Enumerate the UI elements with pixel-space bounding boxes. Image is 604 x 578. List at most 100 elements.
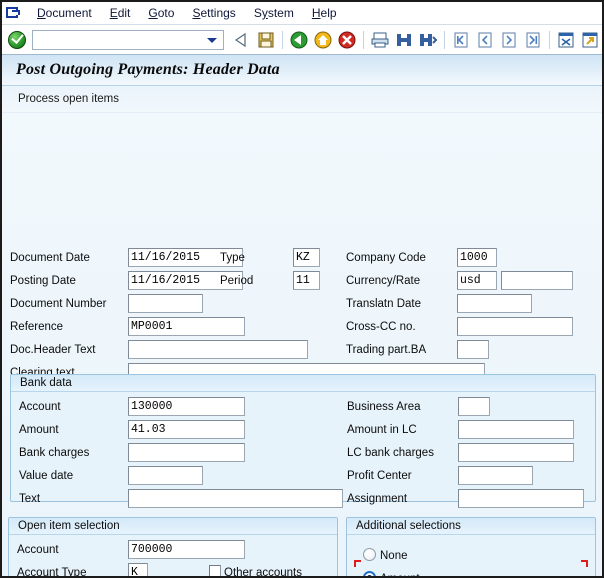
type-field[interactable]: KZ [293, 248, 320, 267]
menu-item-system[interactable]: System [245, 4, 303, 22]
menu-item-settings[interactable]: Settings [183, 4, 244, 22]
page-title: Post Outgoing Payments: Header Data [16, 61, 280, 78]
amount-in-lc-field[interactable] [458, 420, 574, 439]
label-oi-account: Account [17, 544, 59, 556]
application-toolbar: Process open items [2, 86, 602, 113]
profit-center-field[interactable] [458, 466, 533, 485]
reference-field[interactable]: MP0001 [128, 317, 245, 336]
window-menu-icon[interactable] [5, 5, 22, 22]
cancel-red-icon[interactable] [336, 29, 358, 51]
label-cross-cc-no: Cross-CC no. [346, 321, 416, 333]
bank-data-group: Bank data Account 130000 Amount 41.03 Ba… [10, 374, 596, 508]
label-business-area: Business Area [347, 401, 421, 413]
exit-yellow-icon[interactable] [312, 29, 334, 51]
label-currency-rate: Currency/Rate [346, 275, 421, 287]
bank-charges-field[interactable] [128, 443, 245, 462]
label-profit-center: Profit Center [347, 470, 412, 482]
command-input[interactable] [33, 30, 197, 47]
label-amount-in-lc: Amount in LC [347, 424, 417, 436]
back-arrow-icon[interactable] [231, 29, 253, 51]
label-type: Type [220, 252, 245, 264]
menu-label-system-pre: S [253, 6, 262, 20]
bank-data-title: Bank data [11, 375, 595, 392]
menu-item-goto[interactable]: Goto [139, 4, 183, 22]
last-page-icon[interactable] [522, 29, 544, 51]
find-icon[interactable] [393, 29, 415, 51]
translatn-date-field[interactable] [457, 294, 532, 313]
period-field[interactable]: 11 [293, 271, 320, 290]
first-page-icon[interactable] [450, 29, 472, 51]
menu-label-settings: ettings [200, 6, 236, 20]
menu-bar: Document Edit Goto Settings System Help [2, 2, 602, 25]
document-number-field[interactable] [128, 294, 203, 313]
label-other-accounts: Other accounts [224, 567, 302, 578]
enter-ok-icon[interactable] [6, 29, 28, 51]
account-type-field[interactable]: K [128, 563, 148, 576]
label-bank-charges: Bank charges [19, 447, 90, 459]
label-document-number: Document Number [10, 298, 107, 310]
label-translatn-date: Translatn Date [346, 298, 421, 310]
sap-gui-window: Document Edit Goto Settings System Help [0, 0, 604, 578]
process-open-items-button[interactable]: Process open items [2, 93, 119, 105]
assignment-field[interactable] [458, 489, 584, 508]
print-icon[interactable] [369, 29, 391, 51]
chevron-down-icon[interactable] [207, 37, 217, 43]
label-bank-text: Text [19, 493, 41, 505]
back-green-icon[interactable] [288, 29, 310, 51]
toolbar-separator [282, 30, 283, 49]
other-accounts-checkbox[interactable] [209, 565, 221, 576]
value-date-field[interactable] [128, 466, 203, 485]
menu-label-system-post: stem [267, 6, 294, 20]
toolbar: ? [2, 25, 602, 55]
open-item-selection-body: Account 700000 Account Type K Other acco… [9, 535, 337, 578]
bank-amount-field[interactable]: 41.03 [128, 420, 245, 439]
additional-selections-group: Additional selections None Amount Docume… [346, 517, 596, 576]
oi-account-field[interactable]: 700000 [128, 540, 245, 559]
bank-account-field[interactable]: 130000 [128, 397, 245, 416]
bank-text-field[interactable] [128, 489, 343, 508]
radio-amount[interactable] [363, 571, 376, 576]
label-bank-account: Account [19, 401, 61, 413]
bank-data-body: Account 130000 Amount 41.03 Bank charges… [11, 392, 595, 508]
company-code-field[interactable]: 1000 [457, 248, 497, 267]
label-period: Period [220, 275, 254, 287]
radio-none[interactable] [363, 548, 376, 561]
open-item-selection-group: Open item selection Account 700000 Accou… [8, 517, 338, 578]
new-session-icon[interactable] [555, 29, 577, 51]
currency-field[interactable]: usd [457, 271, 497, 290]
label-assignment: Assignment [347, 493, 408, 505]
previous-page-icon[interactable] [474, 29, 496, 51]
label-document-date: Document Date [10, 252, 90, 264]
lc-bank-charges-field[interactable] [458, 443, 574, 462]
additional-selections-title: Additional selections [347, 518, 595, 535]
label-lc-bank-charges: LC bank charges [347, 447, 434, 459]
screen-canvas: Document Date 11/16/2015 Posting Date 11… [2, 113, 602, 578]
menu-item-help[interactable]: Help [303, 4, 346, 22]
menu-label-help: elp [320, 6, 337, 20]
label-posting-date: Posting Date [10, 275, 76, 287]
additional-selections-body: None Amount Document Number Posting Date… [347, 535, 595, 576]
cross-cc-no-field[interactable] [457, 317, 573, 336]
create-shortcut-icon[interactable] [579, 29, 601, 51]
label-account-type: Account Type [17, 567, 87, 578]
label-reference: Reference [10, 321, 64, 333]
rate-field[interactable] [501, 271, 573, 290]
next-page-icon[interactable] [498, 29, 520, 51]
label-doc-header-text: Doc.Header Text [10, 344, 96, 356]
screen-title-bar: Post Outgoing Payments: Header Data [2, 55, 602, 86]
menu-item-edit[interactable]: Edit [101, 4, 140, 22]
trading-part-ba-field[interactable] [457, 340, 489, 359]
find-next-icon[interactable] [417, 29, 439, 51]
doc-header-text-field[interactable] [128, 340, 308, 359]
menu-label-document: ocument [45, 6, 92, 20]
business-area-field[interactable] [458, 397, 490, 416]
label-trading-part-ba: Trading part.BA [346, 344, 427, 356]
label-none: None [380, 550, 408, 562]
menu-item-document[interactable]: Document [28, 4, 101, 22]
menu-label-edit: dit [117, 6, 131, 20]
menu-label-goto: oto [157, 6, 175, 20]
command-field[interactable] [32, 29, 224, 50]
save-icon[interactable] [255, 29, 277, 51]
toolbar-separator [363, 30, 364, 49]
label-amount: Amount [380, 573, 420, 576]
